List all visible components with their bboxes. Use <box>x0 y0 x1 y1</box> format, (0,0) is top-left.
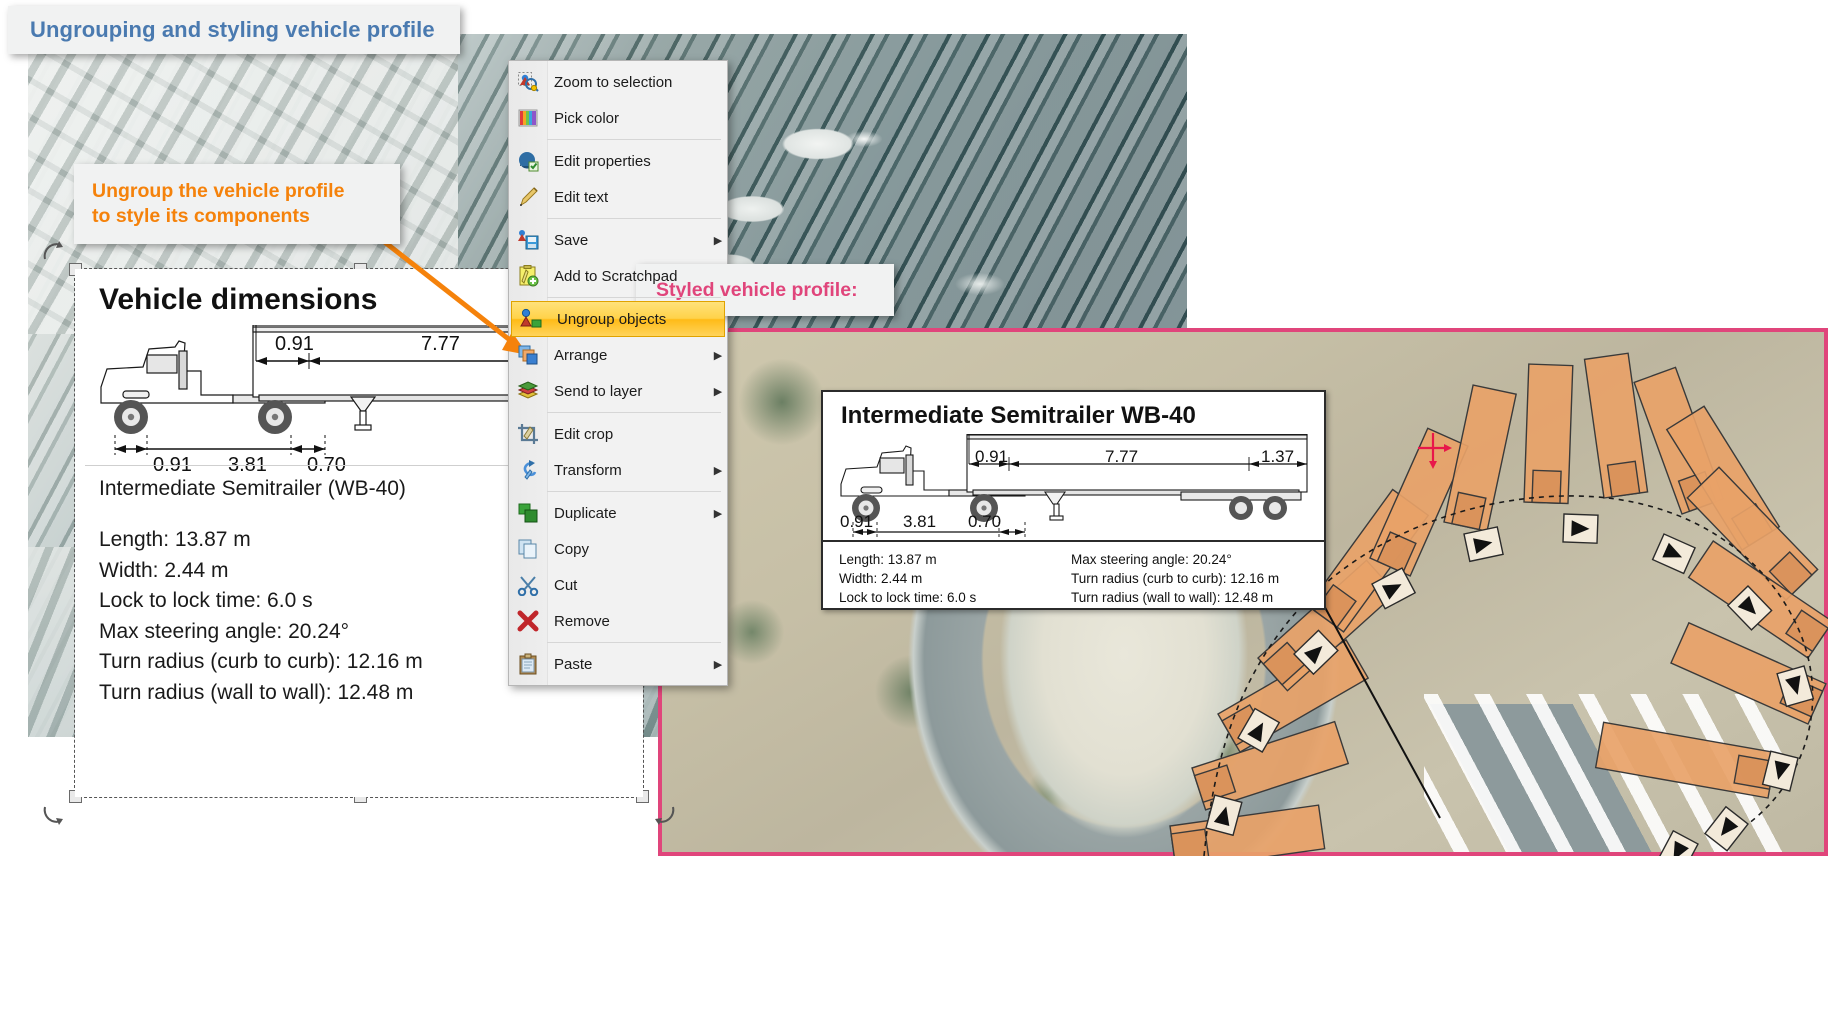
styled-dim-top-1: 7.77 <box>1105 447 1139 466</box>
styled-dim-top-2: 1.37 <box>1261 447 1295 466</box>
rotate-handle-top-left-icon[interactable] <box>41 239 67 265</box>
spec-item: Length: 13.87 m <box>839 552 937 567</box>
spec-item: Turn radius (curb to curb): 12.16 m <box>99 650 423 673</box>
menu-item-label: Transform <box>554 461 622 479</box>
menu-item-label: Save <box>554 231 589 249</box>
menu-item-copy[interactable]: Copy <box>509 531 727 567</box>
menu-item-label: Edit text <box>554 188 609 206</box>
duplicate-icon <box>509 495 547 531</box>
spec-item: Turn radius (wall to wall): 12.48 m <box>99 680 414 704</box>
title-callout-text: Ungrouping and styling vehicle profile <box>30 17 435 42</box>
dimension-card-title: Vehicle dimensions <box>99 283 378 316</box>
cut-icon <box>509 567 547 603</box>
spec-item: Turn radius (wall to wall): 12.48 m <box>1071 590 1274 605</box>
edit-crop-icon <box>509 416 547 452</box>
submenu-chevron-right-icon: ▶ <box>713 234 723 247</box>
menu-item-label: Add to Scratchpad <box>554 267 678 285</box>
menu-item-label: Paste <box>554 655 593 673</box>
styled-specs-left: Length: 13.87 m Width: 2.44 m Lock to lo… <box>839 550 976 607</box>
menu-item-add-to-scratchpad[interactable]: Add to Scratchpad <box>509 258 727 294</box>
remove-icon <box>509 603 547 639</box>
menu-item-label: Arrange <box>554 346 608 364</box>
styled-card-title: Intermediate Semitrailer WB-40 <box>841 402 1196 429</box>
rotate-handle-bottom-right-icon[interactable] <box>651 801 677 827</box>
menu-item-paste[interactable]: Paste ▶ <box>509 646 727 682</box>
dim-top-1: 7.77 <box>421 333 460 355</box>
ungroup-instruction-callout: Ungroup the vehicle profile to style its… <box>74 164 400 244</box>
styled-dim-bottom-1: 3.81 <box>903 512 937 531</box>
spec-item: Max steering angle: 20.24° <box>99 619 350 643</box>
menu-item-edit-crop[interactable]: Edit crop <box>509 416 727 452</box>
styled-specs-right: Max steering angle: 20.24° Turn radius (… <box>1071 550 1279 607</box>
styled-dim-bottom-2: 0.70 <box>968 512 1002 531</box>
vehicle-name: Intermediate Semitrailer (WB-40) <box>99 477 406 500</box>
lane-markings <box>1424 694 1784 852</box>
styled-dim-top-0: 0.91 <box>975 447 1009 466</box>
menu-item-label: Pick color <box>554 109 620 127</box>
edit-text-icon <box>509 179 547 215</box>
menu-item-transform[interactable]: Transform ▶ <box>509 452 727 488</box>
transform-icon <box>509 452 547 488</box>
title-callout: Ungrouping and styling vehicle profile <box>8 6 460 54</box>
menu-item-label: Remove <box>554 612 610 630</box>
spec-item: Turn radius (curb to curb): 12.16 m <box>1071 571 1280 586</box>
styled-card-divider <box>823 540 1324 542</box>
menu-item-edit-text[interactable]: Edit text <box>509 179 727 215</box>
rotate-handle-bottom-left-icon[interactable] <box>41 801 67 827</box>
submenu-chevron-right-icon: ▶ <box>713 507 723 520</box>
menu-separator <box>547 412 721 413</box>
menu-item-label: Edit properties <box>554 152 651 170</box>
ungroup-objects-icon <box>512 301 550 337</box>
menu-item-label: Send to layer <box>554 382 643 400</box>
menu-item-cut[interactable]: Cut <box>509 567 727 603</box>
styled-vehicle-profile-card[interactable]: Intermediate Semitrailer WB-40 0.91 7.77… <box>821 390 1326 610</box>
menu-item-duplicate[interactable]: Duplicate ▶ <box>509 495 727 531</box>
menu-item-send-to-layer[interactable]: Send to layer ▶ <box>509 373 727 409</box>
menu-separator <box>547 139 721 140</box>
spec-item: Max steering angle: 20.24° <box>1071 552 1232 567</box>
styled-dim-bottom-0: 0.91 <box>840 512 874 531</box>
menu-item-label: Zoom to selection <box>554 73 673 91</box>
menu-item-remove[interactable]: Remove <box>509 603 727 639</box>
menu-item-ungroup-objects[interactable]: Ungroup objects <box>511 301 725 337</box>
pick-color-icon <box>509 100 547 136</box>
menu-item-zoom-to-selection[interactable]: Zoom to selection <box>509 64 727 100</box>
copy-icon <box>509 531 547 567</box>
submenu-chevron-right-icon: ▶ <box>713 658 723 671</box>
spec-item: Length: 13.87 m <box>99 528 251 551</box>
menu-item-label: Copy <box>554 540 590 558</box>
menu-item-label: Cut <box>554 576 578 594</box>
spec-list: Length: 13.87 m Width: 2.44 m Lock to lo… <box>99 525 423 708</box>
save-icon <box>509 222 547 258</box>
menu-item-edit-properties[interactable]: Edit properties <box>509 143 727 179</box>
menu-item-label: Duplicate <box>554 504 617 522</box>
context-menu[interactable]: Zoom to selection Pick color Edit properti… <box>508 60 728 686</box>
submenu-chevron-right-icon: ▶ <box>713 385 723 398</box>
spec-item: Width: 2.44 m <box>839 571 923 586</box>
menu-separator <box>547 491 721 492</box>
menu-separator <box>547 642 721 643</box>
submenu-chevron-right-icon: ▶ <box>713 464 723 477</box>
ungroup-callout-text: Ungroup the vehicle profile to style its… <box>92 179 344 229</box>
send-to-layer-icon <box>509 373 547 409</box>
menu-separator <box>547 218 721 219</box>
ungroup-callout-line1: Ungroup the vehicle profile <box>92 180 345 202</box>
submenu-chevron-right-icon: ▶ <box>713 349 723 362</box>
spec-item: Lock to lock time: 6.0 s <box>99 589 313 612</box>
menu-item-label: Ungroup objects <box>557 310 667 328</box>
arrange-icon <box>509 337 547 373</box>
dim-top-0: 0.91 <box>275 333 314 355</box>
scratchpad-icon <box>509 258 547 294</box>
edit-properties-icon <box>509 143 547 179</box>
paste-icon <box>509 646 547 682</box>
ungroup-callout-line2: to style its components <box>92 205 310 227</box>
menu-item-pick-color[interactable]: Pick color <box>509 100 727 136</box>
menu-item-label: Edit crop <box>554 425 614 443</box>
menu-separator <box>547 297 721 298</box>
menu-item-arrange[interactable]: Arrange ▶ <box>509 337 727 373</box>
zoom-to-selection-icon <box>509 64 547 100</box>
menu-item-save[interactable]: Save ▶ <box>509 222 727 258</box>
spec-item: Lock to lock time: 6.0 s <box>839 590 977 605</box>
spec-item: Width: 2.44 m <box>99 558 229 582</box>
